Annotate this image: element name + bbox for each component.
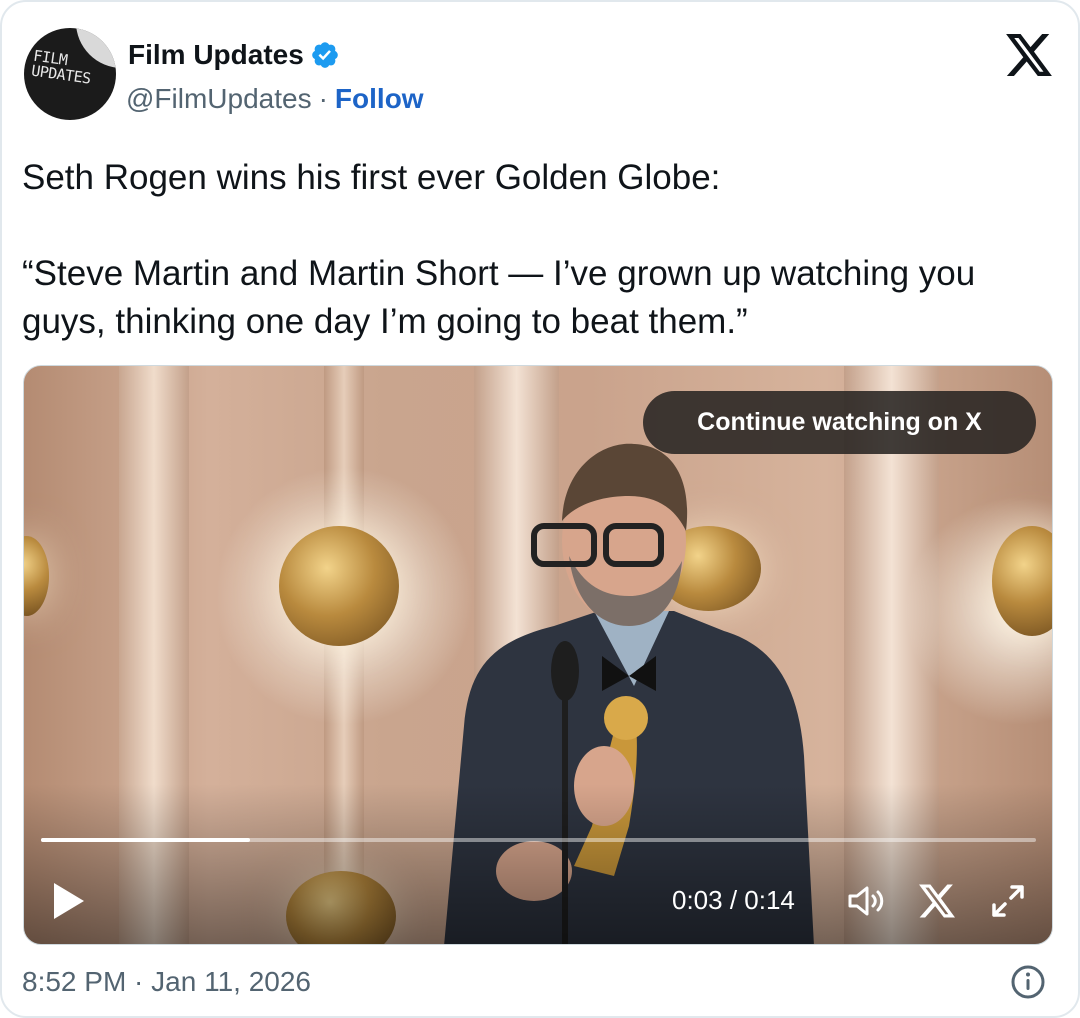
video-current-time: 0:03 — [672, 885, 723, 915]
post-text: Seth Rogen wins his first ever Golden Gl… — [22, 158, 976, 341]
golden-globe-decoration — [24, 536, 49, 616]
expand-icon[interactable] — [990, 883, 1026, 919]
author-handle-row: @FilmUpdates · Follow — [126, 82, 424, 116]
continue-watching-button[interactable]: Continue watching on X — [643, 391, 1036, 454]
x-logo-icon[interactable] — [919, 884, 955, 918]
video-time: 0:03 / 0:14 — [672, 882, 795, 918]
golden-globe-decoration — [279, 526, 399, 646]
author-handle[interactable]: @FilmUpdates — [126, 82, 312, 116]
info-icon[interactable] — [1010, 964, 1046, 1000]
verified-badge-icon — [312, 42, 338, 68]
video-progress-bar[interactable] — [41, 838, 1036, 842]
video-time-separator: / — [722, 885, 745, 915]
video-controls-shade — [24, 784, 1052, 944]
author-name[interactable]: Film Updates — [128, 38, 304, 72]
video-player[interactable]: Continue watching on X 0:03 / 0:14 — [23, 365, 1053, 945]
embedded-post-card: FILM UPDATES Film Updates @FilmUpdates ·… — [0, 0, 1080, 1018]
play-icon[interactable] — [52, 881, 86, 921]
author-name-row: Film Updates — [128, 38, 340, 72]
follow-link[interactable]: Follow — [335, 82, 424, 116]
volume-icon[interactable] — [847, 884, 887, 918]
post-timestamp[interactable]: 8:52 PM · Jan 11, 2026 — [22, 964, 311, 1000]
separator-dot: · — [318, 83, 328, 114]
video-duration: 0:14 — [744, 885, 795, 915]
author-avatar[interactable]: FILM UPDATES — [24, 28, 116, 120]
x-logo-icon[interactable] — [1006, 34, 1052, 76]
video-progress-fill — [41, 838, 250, 842]
